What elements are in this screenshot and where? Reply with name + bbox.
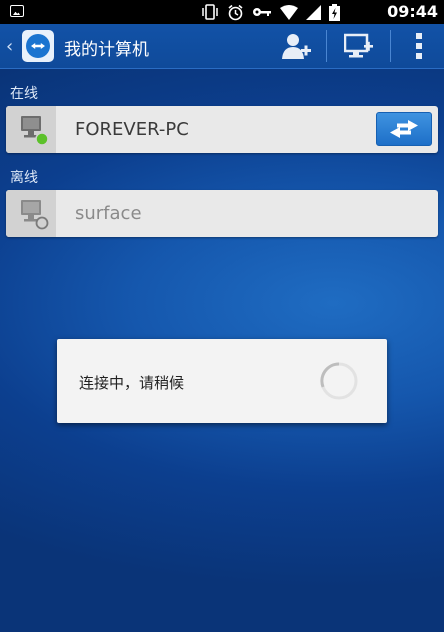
clock: 09:44 (387, 2, 438, 21)
alarm-icon (228, 4, 243, 20)
page-title: 我的计算机 (64, 40, 149, 60)
computer-offline-icon (21, 200, 49, 230)
status-bar: 09:44 (0, 0, 444, 24)
add-contact-button[interactable] (272, 24, 322, 68)
teamviewer-logo[interactable] (22, 30, 54, 62)
add-contact-icon (282, 34, 311, 59)
connecting-dialog: 连接中，请稍候 (57, 339, 387, 423)
device-name: FOREVER-PC (75, 119, 189, 140)
swap-arrows-icon (390, 120, 418, 138)
image-icon (10, 5, 24, 17)
add-computer-icon (344, 33, 373, 58)
device-row-forever-pc[interactable]: FOREVER-PC (6, 106, 438, 153)
overflow-menu-icon (416, 33, 422, 59)
add-computer-button[interactable] (334, 24, 384, 68)
action-bar: ‹ 我的计算机 (0, 24, 444, 69)
key-icon (253, 8, 271, 16)
device-icon-cell (6, 106, 56, 153)
connect-button[interactable] (376, 112, 432, 146)
battery-charging-icon (329, 3, 340, 21)
signal-icon (306, 4, 321, 20)
back-chevron-icon[interactable]: ‹ (6, 36, 13, 57)
computer-online-icon (21, 116, 49, 146)
offline-section-label: 离线 (10, 170, 38, 186)
device-icon-cell (6, 190, 56, 237)
action-divider (390, 30, 391, 62)
device-row-surface[interactable]: surface (6, 190, 438, 237)
action-divider (326, 30, 327, 62)
device-name: surface (75, 203, 142, 224)
dialog-message: 连接中，请稍候 (79, 374, 185, 392)
online-section-label: 在线 (10, 86, 38, 102)
vibrate-icon (202, 4, 218, 20)
wifi-icon (280, 4, 298, 20)
loading-spinner-icon (320, 362, 358, 400)
overflow-menu-button[interactable] (396, 24, 442, 68)
